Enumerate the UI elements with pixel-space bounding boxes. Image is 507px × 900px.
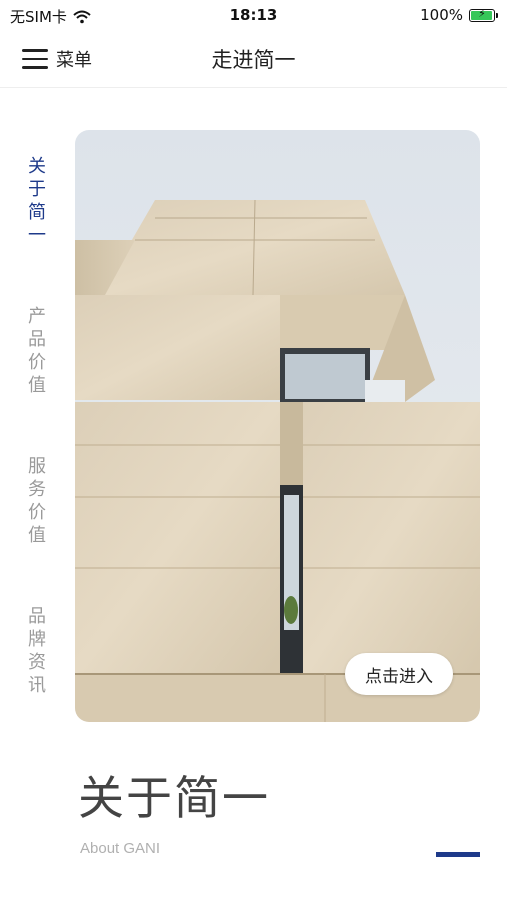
section-title: 关于简一 bbox=[78, 771, 270, 825]
page-title: 走进简一 bbox=[211, 48, 296, 72]
building-photo bbox=[75, 130, 480, 722]
accent-bar bbox=[436, 852, 480, 857]
charging-bolt-icon: ⚡ bbox=[478, 6, 486, 20]
status-bar: 无SIM卡 18:13 100% ⚡ bbox=[0, 0, 507, 32]
enter-button[interactable]: 点击进入 bbox=[345, 653, 453, 695]
nav-bar: 菜单 走进简一 bbox=[0, 32, 507, 88]
battery-icon: ⚡ bbox=[469, 6, 498, 22]
status-right: 100% ⚡ bbox=[420, 6, 498, 24]
side-item-service-value[interactable]: 服务价值 bbox=[22, 455, 52, 547]
hero-image[interactable] bbox=[75, 130, 480, 722]
battery-percent: 100% bbox=[420, 6, 463, 24]
side-item-brand-news[interactable]: 品牌资讯 bbox=[22, 605, 52, 697]
section-subtitle: About GANI bbox=[80, 840, 161, 857]
side-item-product-value[interactable]: 产品价值 bbox=[22, 305, 52, 397]
side-item-about[interactable]: 关于简一 bbox=[22, 155, 52, 247]
